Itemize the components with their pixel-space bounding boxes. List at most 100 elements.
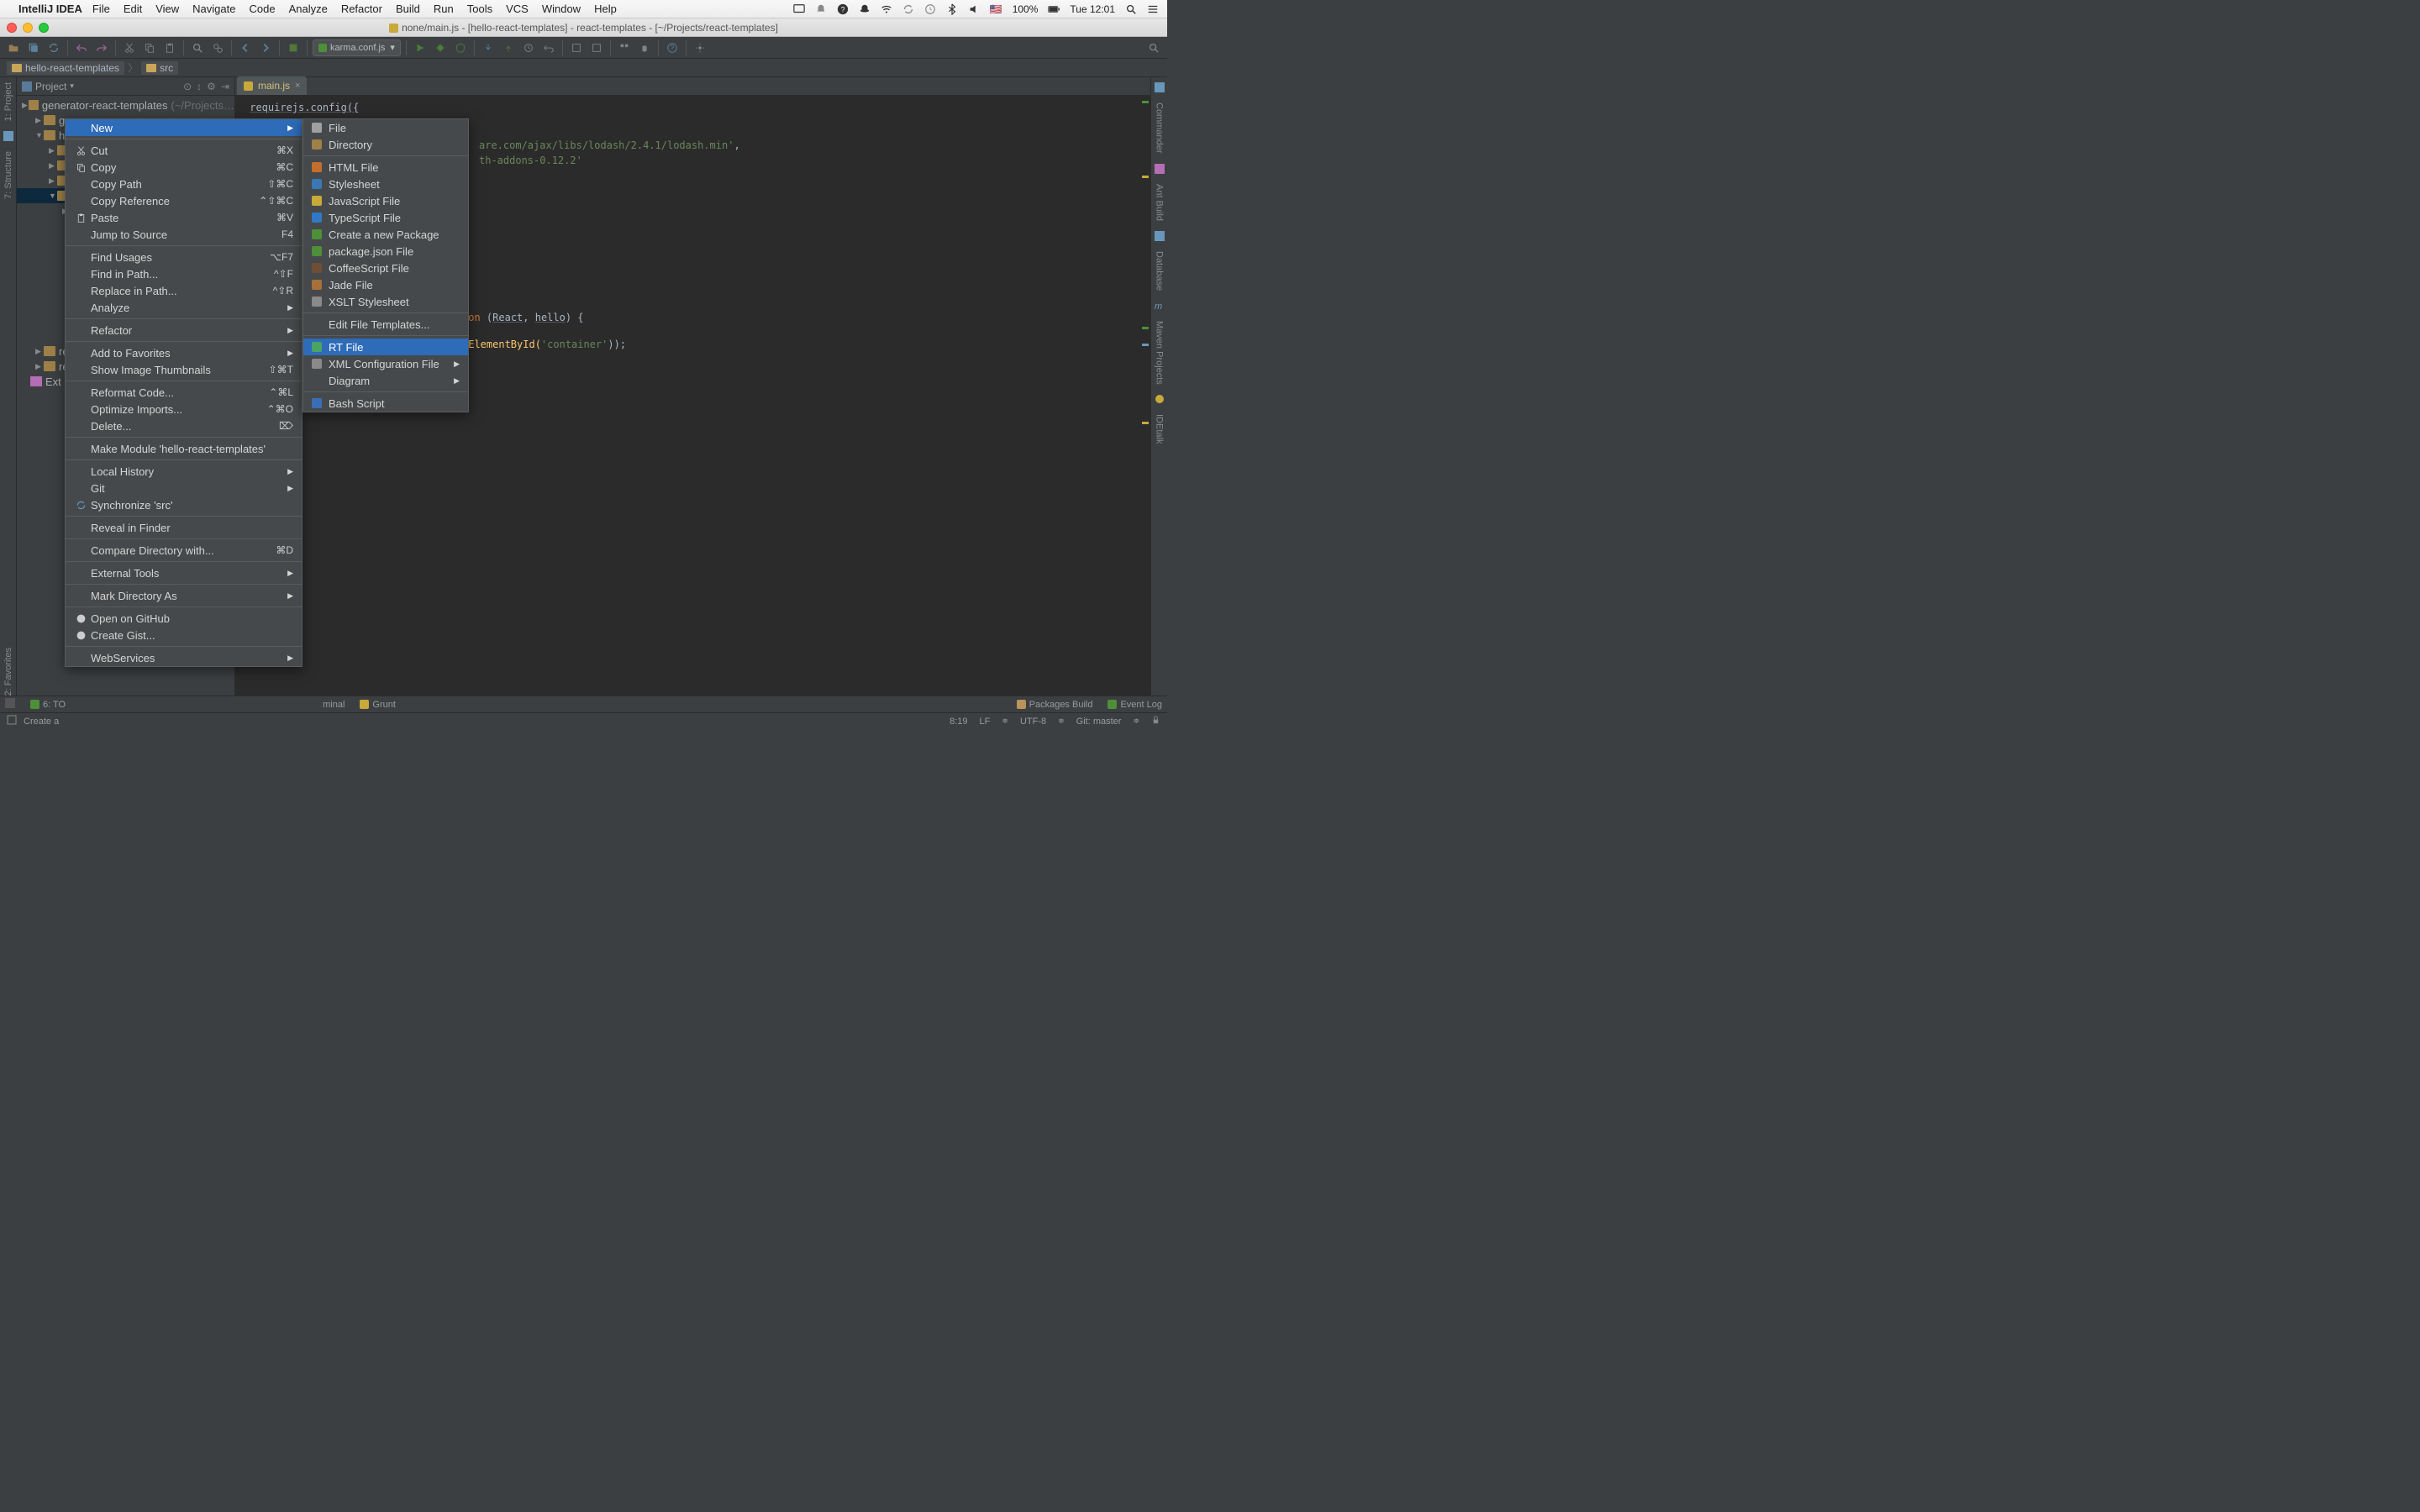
tool-structure[interactable]: 7: Structure <box>3 151 13 199</box>
structure-button[interactable] <box>616 39 633 56</box>
collapse-all-icon[interactable]: ↕ <box>197 81 202 92</box>
find-button[interactable] <box>189 39 206 56</box>
context-menu-item[interactable]: Replace in Path...^⇧R <box>66 282 302 299</box>
volume-icon[interactable] <box>968 3 980 15</box>
coverage-button[interactable] <box>452 39 469 56</box>
submenu-item[interactable]: HTML File <box>303 159 468 176</box>
undo-button[interactable] <box>73 39 90 56</box>
menu-run[interactable]: Run <box>434 3 454 15</box>
help-icon[interactable]: ? <box>837 3 849 15</box>
wifi-icon[interactable] <box>881 3 892 15</box>
context-menu-item[interactable]: Copy Reference⌃⇧⌘C <box>66 192 302 209</box>
project-view-selector[interactable]: Project <box>35 81 66 92</box>
submenu-item[interactable]: Diagram▶ <box>303 372 468 389</box>
battery-icon[interactable] <box>1048 3 1060 15</box>
context-menu-item[interactable]: Optimize Imports...⌃⌘O <box>66 401 302 417</box>
save-all-button[interactable] <box>25 39 42 56</box>
caret-position[interactable]: 8:19 <box>950 717 967 727</box>
lock-icon[interactable] <box>1151 716 1160 727</box>
menu-code[interactable]: Code <box>249 3 275 15</box>
window-zoom-button[interactable] <box>39 23 49 33</box>
submenu-item[interactable]: File <box>303 119 468 136</box>
tool-packages[interactable]: Packages Build <box>1017 700 1093 710</box>
context-menu-item[interactable]: Synchronize 'src' <box>66 496 302 513</box>
submenu-item[interactable]: Stylesheet <box>303 176 468 192</box>
menu-window[interactable]: Window <box>542 3 581 15</box>
tool-window-button[interactable] <box>5 698 15 711</box>
context-menu-item[interactable]: Find Usages⌥F7 <box>66 249 302 265</box>
cut-button[interactable] <box>121 39 138 56</box>
context-menu-item[interactable]: Reformat Code...⌃⌘L <box>66 384 302 401</box>
run-configuration-selector[interactable]: karma.conf.js▾ <box>313 39 401 56</box>
context-menu-item[interactable]: Show Image Thumbnails⇧⌘T <box>66 361 302 378</box>
submenu-item[interactable]: XSLT Stylesheet <box>303 293 468 310</box>
time-machine-icon[interactable] <box>924 3 936 15</box>
context-menu-item[interactable]: Cut⌘X <box>66 142 302 159</box>
context-menu-item[interactable]: WebServices▶ <box>66 649 302 666</box>
context-menu-item[interactable]: Open on GitHub <box>66 610 302 627</box>
help-button[interactable]: ? <box>664 39 681 56</box>
spotlight-icon[interactable] <box>1125 3 1137 15</box>
clock[interactable]: Tue 12:01 <box>1070 3 1115 15</box>
editor-tab[interactable]: main.js× <box>237 76 307 95</box>
context-menu-item[interactable]: Jump to SourceF4 <box>66 226 302 243</box>
revert-button[interactable] <box>540 39 557 56</box>
context-menu-item[interactable]: Add to Favorites▶ <box>66 344 302 361</box>
tool-commander[interactable]: Commander <box>1155 102 1165 154</box>
app-menu[interactable]: IntelliJ IDEA <box>18 3 82 15</box>
search-everywhere-button[interactable] <box>1145 39 1162 56</box>
tool-database[interactable]: Database <box>1155 251 1165 291</box>
context-menu-item[interactable]: Compare Directory with...⌘D <box>66 542 302 559</box>
context-menu-item[interactable]: New▶ <box>66 119 302 136</box>
sync-icon[interactable] <box>902 3 914 15</box>
context-menu-item[interactable]: Refactor▶ <box>66 322 302 339</box>
hide-icon[interactable]: ⇥ <box>221 81 229 92</box>
tree-node[interactable]: ▶generator-react-templates(~/Projects… <box>17 97 234 113</box>
make-button[interactable] <box>285 39 302 56</box>
tool-terminal[interactable]: minal <box>323 700 345 710</box>
commit-button[interactable] <box>500 39 517 56</box>
window-minimize-button[interactable] <box>23 23 33 33</box>
context-menu-item[interactable]: Git▶ <box>66 480 302 496</box>
context-menu-item[interactable]: Local History▶ <box>66 463 302 480</box>
submenu-item[interactable]: RT File <box>303 339 468 355</box>
git-branch[interactable]: Git: master <box>1076 717 1122 727</box>
tool-project[interactable]: 1: Project <box>3 82 13 121</box>
context-menu-item[interactable]: Mark Directory As▶ <box>66 587 302 604</box>
back-button[interactable] <box>237 39 254 56</box>
submenu-item[interactable]: CoffeeScript File <box>303 260 468 276</box>
submenu-item[interactable]: Edit File Templates... <box>303 316 468 333</box>
menu-analyze[interactable]: Analyze <box>289 3 328 15</box>
hat-icon[interactable] <box>859 3 871 15</box>
flag-icon[interactable]: 🇺🇸 <box>990 3 1002 15</box>
forward-button[interactable] <box>257 39 274 56</box>
context-menu-item[interactable]: Make Module 'hello-react-templates' <box>66 440 302 457</box>
context-menu-item[interactable]: Reveal in Finder <box>66 519 302 536</box>
menu-navigate[interactable]: Navigate <box>192 3 235 15</box>
history-button[interactable] <box>520 39 537 56</box>
tool-favorites[interactable]: 2: Favorites <box>3 648 13 696</box>
menu-vcs[interactable]: VCS <box>506 3 529 15</box>
context-menu-item[interactable]: Delete...⌦ <box>66 417 302 434</box>
scroll-from-source-icon[interactable]: ⊙ <box>183 81 192 92</box>
submenu-item[interactable]: JavaScript File <box>303 192 468 209</box>
context-menu-item[interactable]: Create Gist... <box>66 627 302 643</box>
menu-help[interactable]: Help <box>594 3 617 15</box>
tool-event-log[interactable]: Event Log <box>1107 700 1162 710</box>
settings-gear-icon[interactable]: ⚙ <box>207 81 216 92</box>
menu-edit[interactable]: Edit <box>124 3 142 15</box>
menu-build[interactable]: Build <box>396 3 420 15</box>
redo-button[interactable] <box>93 39 110 56</box>
tool-ant[interactable]: Ant Build <box>1155 184 1165 221</box>
vcs-button[interactable] <box>568 39 585 56</box>
context-menu-item[interactable]: Analyze▶ <box>66 299 302 316</box>
menu-tools[interactable]: Tools <box>467 3 492 15</box>
update-project-button[interactable] <box>480 39 497 56</box>
settings-button[interactable] <box>692 39 708 56</box>
submenu-item[interactable]: Jade File <box>303 276 468 293</box>
breadcrumb-item[interactable]: hello-react-templates <box>7 61 124 75</box>
file-encoding[interactable]: UTF-8 <box>1020 717 1046 727</box>
tool-maven[interactable]: Maven Projects <box>1155 321 1165 385</box>
debug-button[interactable] <box>432 39 449 56</box>
screencast-icon[interactable] <box>793 3 805 15</box>
